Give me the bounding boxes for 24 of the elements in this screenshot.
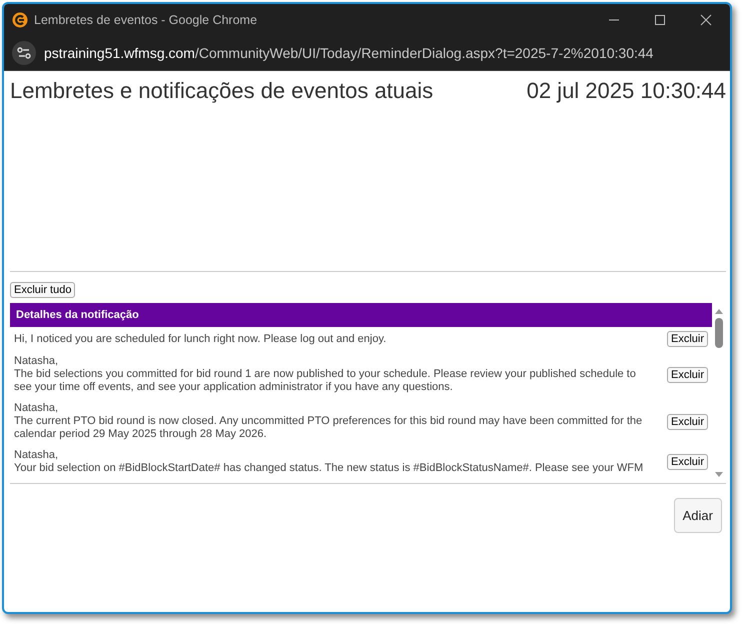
scroll-down-icon[interactable] (714, 471, 724, 479)
table-header: Detalhes da notificação (10, 303, 712, 327)
notification-message: The current PTO bid round is now closed. Any uncommitted PTO preferences for this bid round may have been committed for the calendar period 29 May 2025 through 28 May 2026. (14, 415, 642, 441)
notification-message: The bid selections you committed for bid round 1 are now published to your schedule. Please review your published schedule to see your time off events, and see your application administrator if you have any questions. (14, 368, 636, 394)
delete-all-button[interactable]: Excluir tudo (10, 282, 76, 298)
notification-message: Your bid selection on #BidBlockStartDate# has changed status. The new status is #BidBlockStatusName#. Please see your WFM (14, 462, 644, 475)
snooze-button[interactable]: Adiar (674, 498, 722, 533)
delete-button[interactable]: Excluir (666, 454, 708, 470)
delete-button[interactable]: Excluir (666, 414, 708, 430)
close-icon[interactable] (700, 14, 712, 26)
scroll-up-icon[interactable] (714, 307, 724, 315)
app-logo-icon (12, 12, 28, 28)
message-greeting: Natasha, (14, 355, 60, 368)
page-heading: Lembretes e notificações de eventos atuais (10, 78, 434, 104)
message-greeting: Natasha, (14, 449, 60, 462)
maximize-icon[interactable] (654, 14, 666, 26)
current-datetime: 02 jul 2025 10:30:44 (526, 78, 726, 104)
delete-button[interactable]: Excluir (666, 331, 708, 347)
delete-button[interactable]: Excluir (666, 366, 708, 382)
notification-message: Hi, I noticed you are scheduled for lunch right now. Please log out and enjoy. (14, 332, 386, 346)
site-settings-icon[interactable] (12, 40, 36, 64)
message-greeting: Natasha, (14, 402, 60, 415)
window-title: Lembretes de eventos - Google Chrome (34, 12, 258, 26)
scrollbar-thumb[interactable] (715, 318, 723, 348)
